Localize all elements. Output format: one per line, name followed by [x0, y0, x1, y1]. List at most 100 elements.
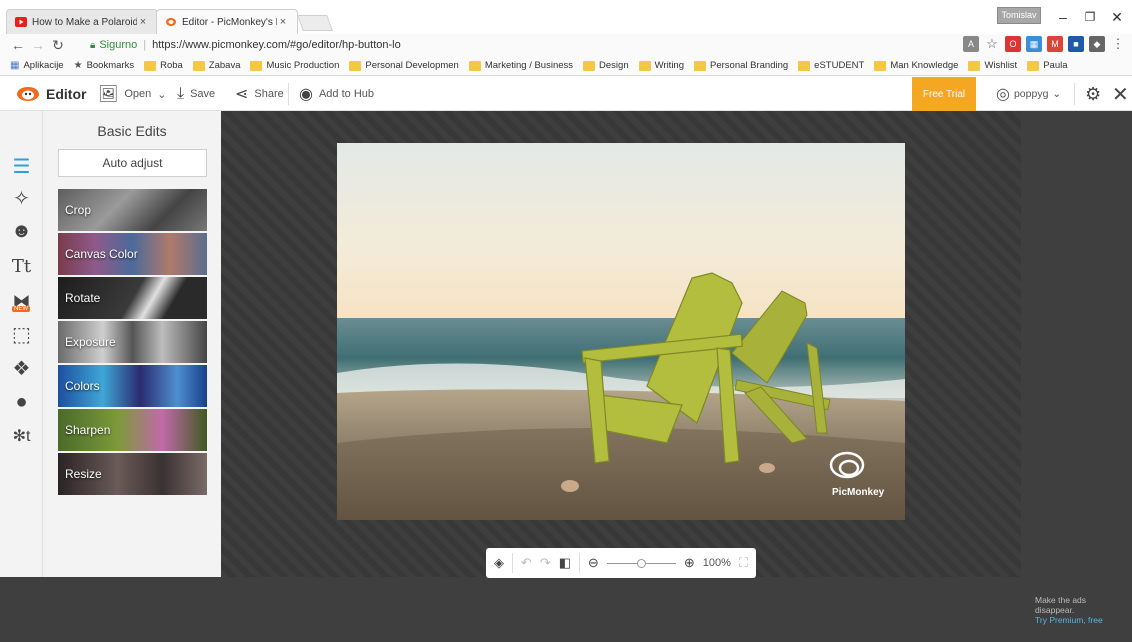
close-tab-icon[interactable]: × [277, 16, 289, 28]
share-icon: ⋖ [235, 86, 249, 103]
themes-icon[interactable]: ⧓ NEW [0, 286, 43, 316]
bookmark-folder[interactable]: Paula [1027, 60, 1068, 71]
bookmark-folder[interactable]: Man Knowledge [874, 60, 958, 71]
effects-icon[interactable]: ✧ [0, 183, 43, 213]
new-tab-button[interactable] [297, 15, 333, 31]
forward-icon[interactable]: → [28, 37, 48, 53]
save-icon: ⤓ [177, 85, 185, 102]
zoom-out-icon[interactable]: ⊖ [588, 555, 599, 571]
bottom-ad-band [0, 577, 1132, 642]
back-icon[interactable]: ← [8, 37, 28, 53]
window-close-icon[interactable]: ✕ [1106, 8, 1128, 26]
zoom-in-icon[interactable]: ⊕ [684, 555, 695, 571]
tool-label: Rotate [65, 291, 101, 305]
toolbar-divider [288, 83, 289, 105]
bookmark-bookmarks[interactable]: ★ Bookmarks [74, 60, 134, 71]
undo-icon[interactable]: ↶ [521, 555, 532, 571]
overlays-icon[interactable]: ● [0, 387, 43, 417]
editor-home[interactable]: Editor [16, 77, 86, 111]
layers-icon[interactable]: ◈ [494, 555, 504, 571]
tool-resize[interactable]: Resize [58, 453, 207, 495]
lock-icon: 🔒︎ [90, 39, 96, 51]
frames-icon[interactable]: ⬚ [0, 319, 43, 349]
user-menu[interactable]: ◎ poppyg ⌄ [996, 77, 1061, 111]
redo-icon[interactable]: ↷ [540, 555, 551, 571]
url-text[interactable]: https://www.picmonkey.com/#go/editor/hp-… [152, 39, 401, 51]
graphics-icon[interactable]: ✻t [0, 421, 43, 451]
youtube-favicon-icon [15, 17, 27, 27]
toolbar-divider [1074, 83, 1075, 105]
chrome-menu-icon[interactable]: ⋮ [1110, 36, 1126, 52]
bookmark-folder[interactable]: Music Production [250, 60, 339, 71]
tool-label: Crop [65, 203, 92, 217]
settings-gear-icon[interactable]: ⚙ [1085, 84, 1101, 105]
text-icon[interactable]: Tt [0, 251, 43, 281]
secure-label: Sigurno [99, 39, 138, 51]
apps-grid-icon: ▦ [10, 60, 20, 71]
folder-icon [968, 60, 981, 71]
tool-sharpen[interactable]: Sharpen [58, 409, 207, 451]
bookmarks-bar: ▦ Aplikacije ★ Bookmarks Roba Zabava Music… [0, 56, 1132, 76]
try-premium-link[interactable]: Try Premium, free [1035, 615, 1103, 625]
hub-icon: ◉ [299, 86, 313, 103]
extension-blue-icon[interactable]: ■ [1068, 36, 1084, 52]
free-trial-button[interactable]: Free Trial [912, 77, 976, 111]
browser-tab-strip: How to Make a Polaroid × Editor - PicMon… [0, 0, 1132, 34]
open-menu-button[interactable]: 🖼︎ Open ⌄ [98, 77, 166, 111]
textures-icon[interactable]: ❖ [0, 353, 43, 383]
bookmark-folder[interactable]: Personal Developmen [349, 60, 459, 71]
extension-icons: A ☆ O ▦ M ■ ◆ ⋮ [963, 36, 1126, 52]
bookmark-folder[interactable]: Personal Branding [694, 60, 788, 71]
close-tab-icon[interactable]: × [137, 16, 149, 28]
browser-tab-inactive[interactable]: How to Make a Polaroid × [6, 9, 158, 34]
minimize-icon[interactable]: – [1052, 8, 1074, 26]
chevron-down-icon: ⌄ [1052, 88, 1062, 100]
save-button[interactable]: ⤓ Save [177, 77, 215, 111]
bookmark-folder[interactable]: Marketing / Business [468, 60, 573, 71]
omnibox[interactable]: 🔒︎ Sigurno | https://www.picmonkey.com/#… [90, 36, 401, 54]
extension-gmail-icon[interactable]: M [1047, 36, 1063, 52]
tool-label: Exposure [65, 335, 116, 349]
browser-profile-button[interactable]: Tomislav [997, 7, 1041, 24]
tool-colors[interactable]: Colors [58, 365, 207, 407]
tool-exposure[interactable]: Exposure [58, 321, 207, 363]
bookmark-folder[interactable]: eSTUDENT [798, 60, 864, 71]
fullscreen-icon[interactable]: ⛶ [739, 555, 748, 571]
extension-shield-icon[interactable]: ◆ [1089, 36, 1105, 52]
add-to-hub-button[interactable]: ◉ Add to Hub [299, 77, 374, 111]
bookmark-folder[interactable]: Wishlist [968, 60, 1017, 71]
translate-icon[interactable]: A [963, 36, 979, 52]
extension-opera-icon[interactable]: O [1005, 36, 1021, 52]
zoom-toolbar: ◈ ↶ ↷ ◧ ⊖ ⊕ 100% ⛶ [486, 548, 756, 578]
restore-icon[interactable]: ❐ [1079, 8, 1101, 26]
bookmark-folder[interactable]: Zabava [192, 60, 240, 71]
hub-label: Add to Hub [318, 88, 375, 100]
zoom-slider[interactable] [606, 558, 676, 568]
browser-address-bar: ← → ↻ 🔒︎ Sigurno | https://www.picmonkey… [0, 34, 1132, 56]
bookmark-folder[interactable]: Roba [144, 60, 183, 71]
zoom-knob[interactable] [636, 558, 646, 568]
tool-label: Colors [65, 379, 100, 393]
bookmark-folder[interactable]: Design [583, 60, 629, 71]
extension-calendar-icon[interactable]: ▦ [1026, 36, 1042, 52]
tool-rotate[interactable]: Rotate [58, 277, 207, 319]
browser-tab-active[interactable]: Editor - PicMonkey's Pho × [156, 9, 298, 34]
bookmark-apps[interactable]: ▦ Aplikacije [10, 60, 64, 71]
touch-up-icon[interactable]: ☻ [0, 216, 43, 246]
close-editor-icon[interactable]: ✕ [1112, 82, 1129, 107]
compare-icon[interactable]: ◧ [559, 555, 571, 571]
folder-icon [798, 60, 811, 71]
basic-edits-icon[interactable]: ☰ [0, 151, 43, 181]
bookmark-star-icon[interactable]: ☆ [984, 36, 1000, 52]
share-button[interactable]: ⋖ Share [235, 77, 284, 111]
reload-icon[interactable]: ↻ [48, 37, 68, 54]
beach-chairs-photo[interactable] [337, 143, 905, 520]
editor-title: Editor [46, 86, 87, 102]
open-label: Open [124, 88, 152, 100]
tool-crop[interactable]: Crop [58, 189, 207, 231]
tool-label: Canvas Color [65, 247, 138, 261]
auto-adjust-button[interactable]: Auto adjust [58, 149, 207, 177]
save-label: Save [190, 88, 216, 100]
bookmark-folder[interactable]: Writing [638, 60, 684, 71]
tool-canvas-color[interactable]: Canvas Color [58, 233, 207, 275]
